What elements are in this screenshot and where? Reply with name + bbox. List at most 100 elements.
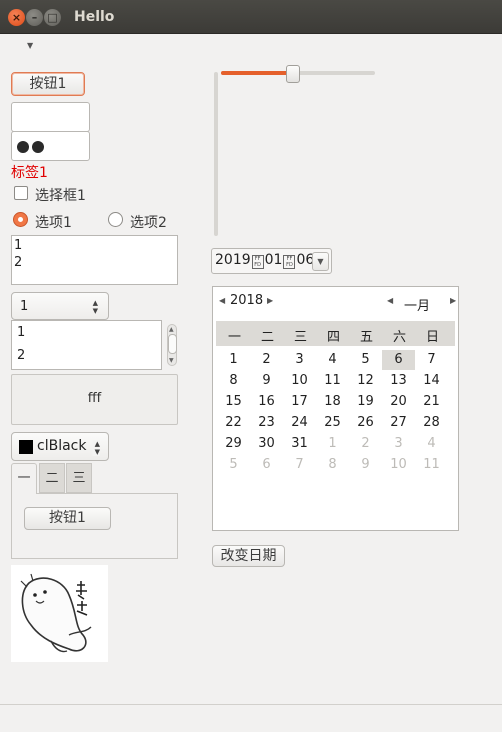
checkbox-1[interactable] [14, 186, 28, 200]
calendar-day[interactable]: 17 [283, 392, 316, 412]
calendar-day[interactable]: 9 [349, 455, 382, 475]
label-1: 标签1 [11, 165, 48, 181]
text-input[interactable] [11, 102, 90, 132]
maximize-icon[interactable]: □ [44, 9, 61, 26]
title-bar: × – □ Hello [0, 0, 502, 34]
status-bar [0, 704, 502, 732]
calendar-day[interactable]: 8 [316, 455, 349, 475]
color-swatch [19, 440, 33, 454]
password-input[interactable] [11, 131, 90, 161]
calendar-day[interactable]: 27 [382, 413, 415, 433]
spin-arrows-icon[interactable]: ▲ ▼ [93, 299, 98, 315]
panel: fff [11, 374, 178, 425]
calendar-day[interactable]: 18 [316, 392, 349, 412]
calendar-day[interactable]: 29 [217, 434, 250, 454]
date-dropdown-icon[interactable]: ▼ [312, 252, 329, 271]
window-title: Hello [74, 9, 115, 25]
calendar-day[interactable]: 1 [217, 350, 250, 370]
calendar-day[interactable]: 7 [283, 455, 316, 475]
calendar-day[interactable]: 22 [217, 413, 250, 433]
checkbox-1-label[interactable]: 选择框1 [35, 185, 86, 205]
list-item[interactable]: 2 [17, 348, 25, 363]
spin-edit[interactable]: 1 ▲ ▼ [11, 292, 109, 320]
memo-line: 2 [14, 255, 23, 270]
calendar-day[interactable]: 25 [316, 413, 349, 433]
calendar-day[interactable]: 28 [415, 413, 448, 433]
memo-textarea[interactable]: 1 2 [11, 235, 178, 285]
calendar-day[interactable]: 11 [415, 455, 448, 475]
slider-handle[interactable] [286, 65, 300, 83]
combo-arrows-icon[interactable]: ▲ ▼ [90, 440, 100, 456]
calendar-day[interactable]: 6 [250, 455, 283, 475]
date-edit[interactable]: 2019 FF FD 01 FF FD 06 ▼ [211, 248, 332, 274]
calendar-weekday: 五 [359, 330, 373, 345]
list-box[interactable]: 1 2 [11, 320, 162, 370]
calendar-day[interactable]: 20 [382, 392, 415, 412]
tab-3[interactable]: 三 [66, 463, 92, 493]
next-month-icon[interactable]: ▶ [450, 296, 456, 305]
calendar-day[interactable]: 7 [415, 350, 448, 370]
list-item[interactable]: 1 [17, 325, 25, 340]
calendar-day[interactable]: 24 [283, 413, 316, 433]
scroll-down-icon[interactable]: ▼ [169, 357, 174, 364]
calendar-day[interactable]: 12 [349, 371, 382, 391]
date-month: 01 [264, 252, 283, 268]
calendar-day[interactable]: 4 [415, 434, 448, 454]
calendar-day[interactable]: 23 [250, 413, 283, 433]
calendar-weekday: 二 [260, 330, 274, 345]
calendar-day[interactable]: 8 [217, 371, 250, 391]
change-date-button[interactable]: 改变日期 [212, 545, 285, 567]
prev-month-icon[interactable]: ◀ [387, 296, 393, 305]
calendar-weekday: 六 [392, 330, 406, 345]
radio-option-1[interactable] [13, 212, 28, 227]
scroll-thumb[interactable] [168, 334, 177, 354]
close-icon[interactable]: × [8, 9, 25, 26]
vertical-slider[interactable] [211, 70, 221, 236]
calendar-day[interactable]: 2 [250, 350, 283, 370]
horizontal-slider[interactable] [219, 63, 377, 83]
calendar-day[interactable]: 10 [382, 455, 415, 475]
tab-1[interactable]: 一 [11, 463, 37, 494]
calendar-day[interactable]: 30 [250, 434, 283, 454]
radio-option-1-label[interactable]: 选项1 [35, 212, 72, 232]
calendar-day[interactable]: 13 [382, 371, 415, 391]
calendar-day[interactable]: 5 [217, 455, 250, 475]
tab-2[interactable]: 二 [39, 463, 65, 493]
calendar-day[interactable]: 3 [283, 350, 316, 370]
color-combo-box[interactable]: clBlack ▲ ▼ [11, 432, 109, 461]
spin-edit-value: 1 [20, 299, 29, 314]
calendar-day[interactable]: 19 [349, 392, 382, 412]
scroll-up-icon[interactable]: ▲ [169, 326, 174, 333]
calendar-day[interactable]: 15 [217, 392, 250, 412]
calendar-day[interactable]: 16 [250, 392, 283, 412]
color-name: clBlack [37, 438, 87, 454]
calendar-weekday-header: 一二三四五六日 [216, 321, 455, 346]
date-edit-text: 2019 FF FD 01 FF FD 06 [215, 252, 315, 269]
radio-option-2-label[interactable]: 选项2 [130, 212, 167, 232]
calendar-day[interactable]: 14 [415, 371, 448, 391]
calendar-day[interactable]: 5 [349, 350, 382, 370]
calendar-day[interactable]: 3 [382, 434, 415, 454]
calendar-day[interactable]: 9 [250, 371, 283, 391]
cartoon-image [11, 565, 108, 662]
calendar-day[interactable]: 31 [283, 434, 316, 454]
button-1[interactable]: 按钮1 [11, 72, 85, 96]
calendar-day[interactable]: 1 [316, 434, 349, 454]
radio-option-2[interactable] [108, 212, 123, 227]
prev-year-icon[interactable]: ◀ [219, 296, 225, 305]
calendar-day[interactable]: 26 [349, 413, 382, 433]
calendar-day[interactable]: 11 [316, 371, 349, 391]
list-scrollbar[interactable]: ▲ ▼ [165, 320, 179, 370]
calendar-day[interactable]: 21 [415, 392, 448, 412]
next-year-icon[interactable]: ▶ [267, 296, 273, 305]
vertical-slider-handle[interactable] [211, 69, 221, 79]
calendar-day[interactable]: 2 [349, 434, 382, 454]
calendar-day[interactable]: 10 [283, 371, 316, 391]
calendar-weekday: 日 [425, 330, 439, 345]
minimize-icon[interactable]: – [26, 9, 43, 26]
calendar-day[interactable]: 4 [316, 350, 349, 370]
calendar-day[interactable]: 6 [382, 350, 415, 370]
tab-panel-button[interactable]: 按钮1 [24, 507, 111, 530]
calendar-month: 一月 [404, 299, 431, 314]
menu-dropdown-icon[interactable]: ▼ [27, 41, 37, 50]
